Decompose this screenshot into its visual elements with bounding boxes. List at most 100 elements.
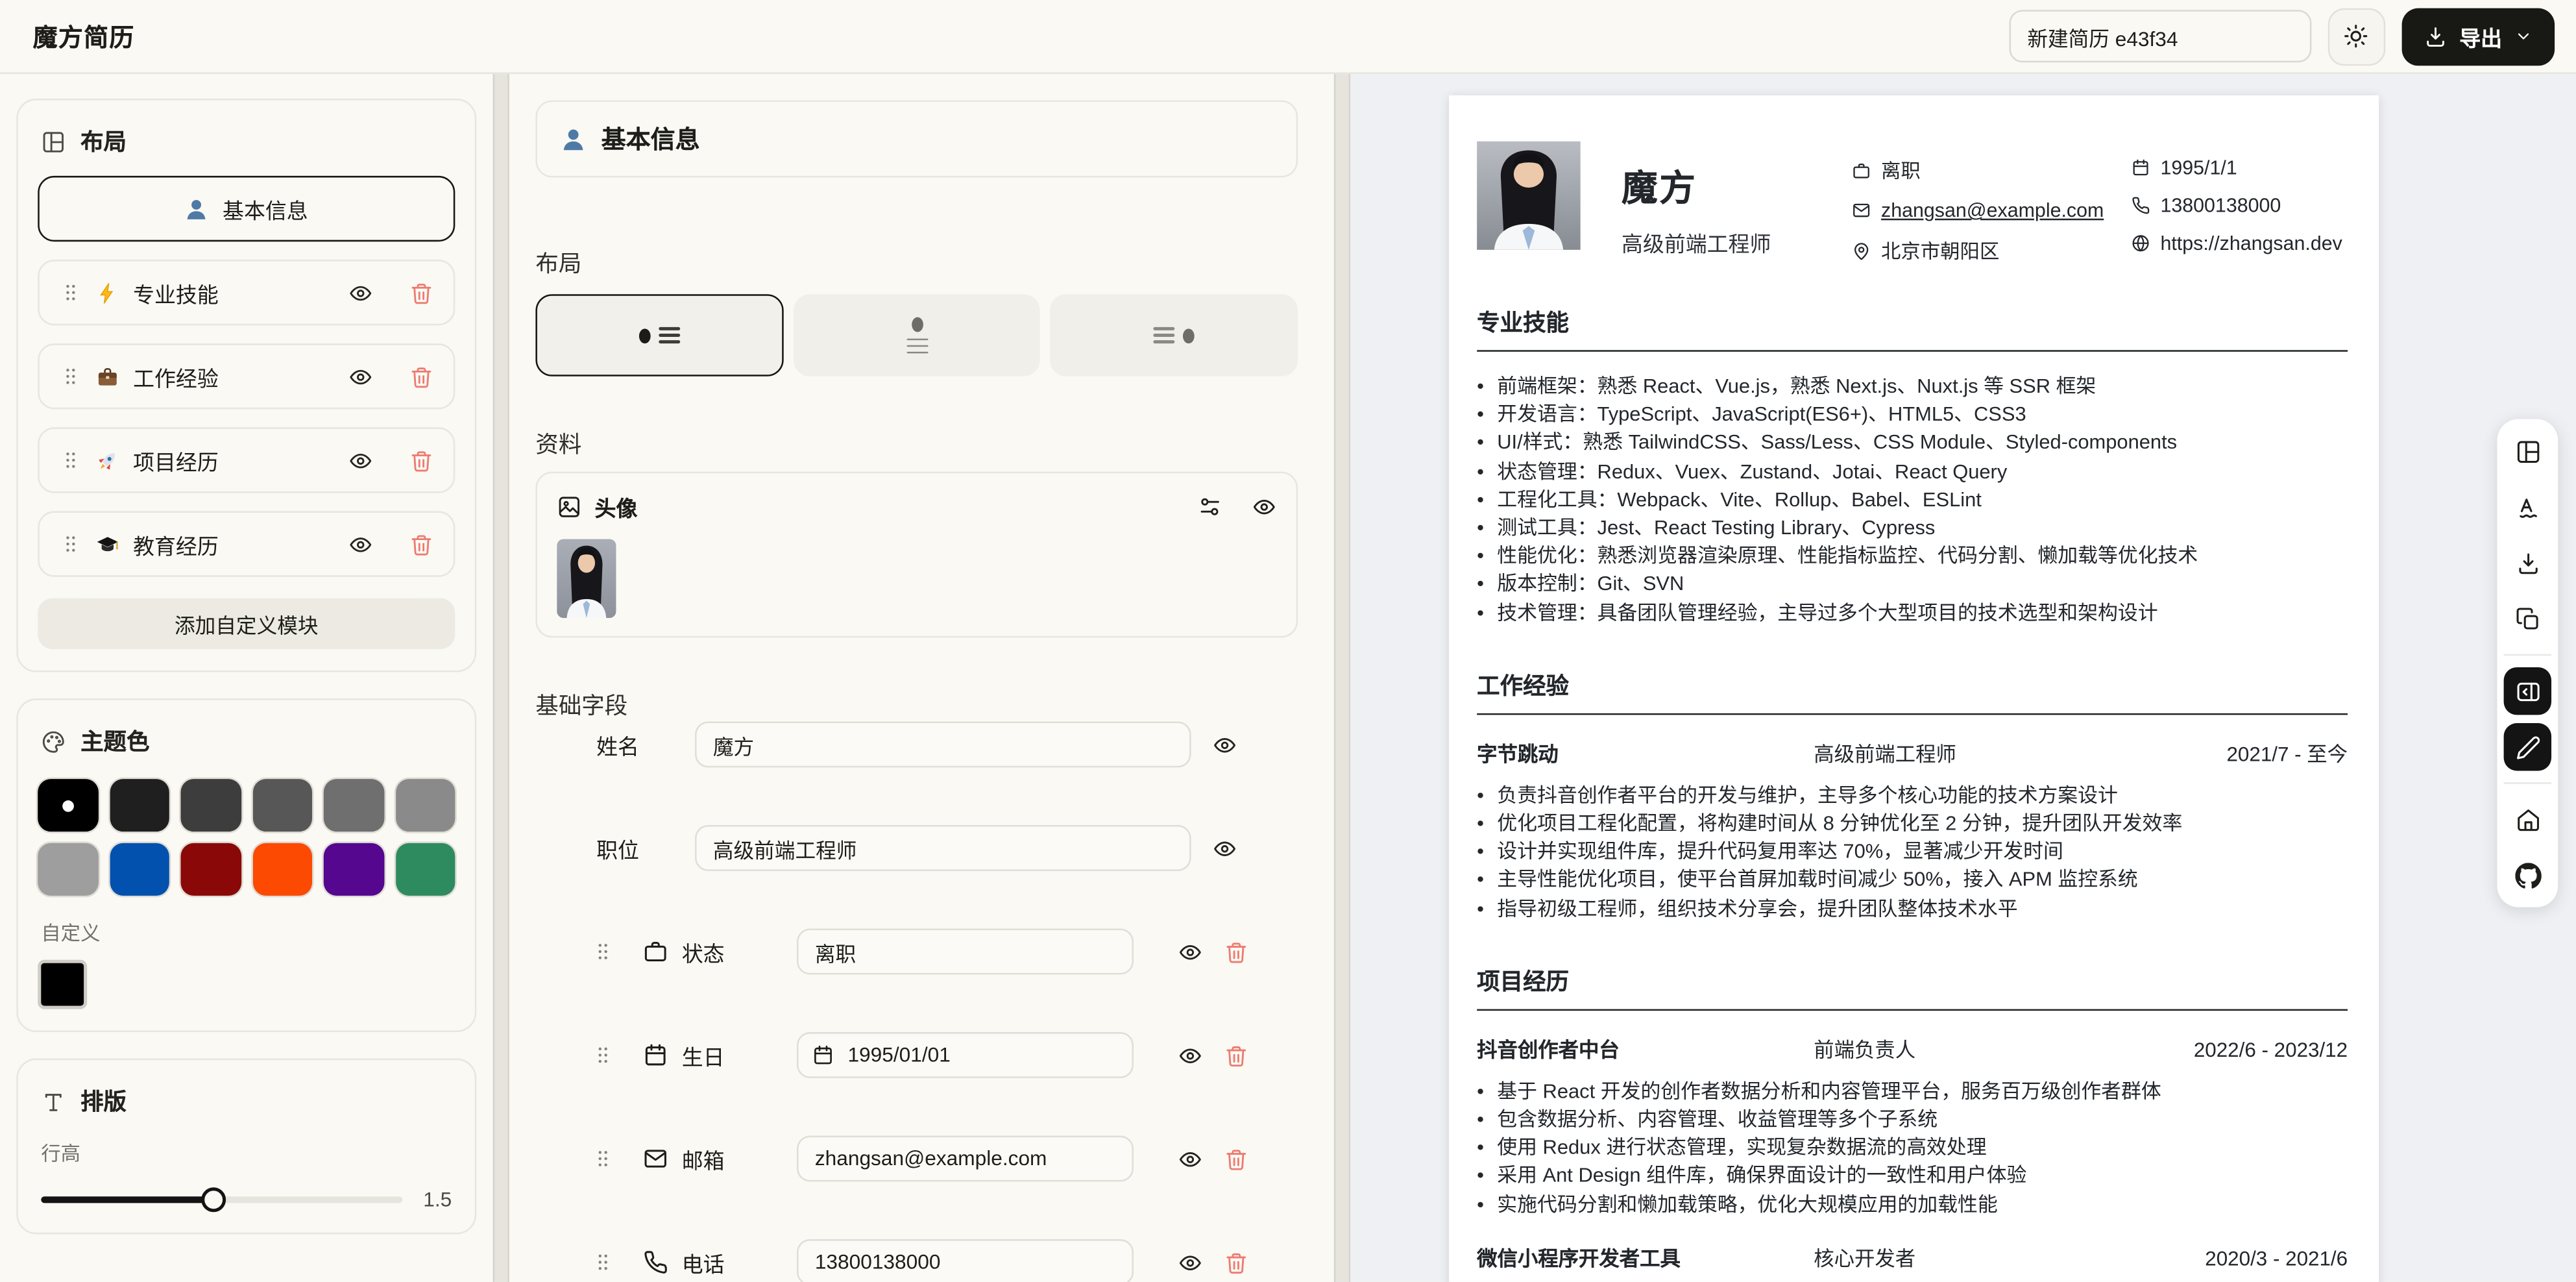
eye-icon[interactable] [348,280,373,305]
eye-icon[interactable] [348,532,373,556]
eye-icon[interactable] [1178,1042,1202,1067]
trash-icon[interactable] [1224,1146,1248,1171]
theme-color-swatch[interactable] [38,843,97,896]
eye-icon[interactable] [1178,939,1202,964]
drag-handle-icon[interactable] [591,940,614,963]
trash-icon[interactable] [409,448,433,473]
theme-color-swatch[interactable] [395,843,455,896]
theme-toggle-button[interactable] [2328,7,2386,65]
layout-card-title-text: 布局 [80,125,127,158]
contact-text: 13800138000 [2160,194,2281,217]
layout-option-avatar-right[interactable] [1051,294,1298,376]
eye-icon[interactable] [1213,835,1237,860]
line-height-slider-row: 1.5 [38,1189,455,1211]
bullet-item: 优化项目工程化配置，将构建时间从 8 分钟优化至 2 分钟，提升团队开发效率 [1477,810,2348,839]
eye-icon[interactable] [348,364,373,389]
contact-item: 北京市朝阳区 [1851,237,2130,265]
sidebar-module-skills[interactable]: 专业技能 [38,260,455,325]
drag-handle-icon[interactable] [59,281,82,304]
eye-icon[interactable] [1178,1146,1202,1171]
slider-thumb[interactable] [202,1187,226,1212]
panel-divider-left [493,74,509,1282]
trash-icon[interactable] [409,280,433,305]
font-style-button[interactable] [2504,483,2551,530]
custom-color-swatch[interactable] [38,960,87,1009]
drag-handle-icon[interactable] [591,1147,614,1170]
field-input-name[interactable] [695,722,1191,768]
line-height-slider[interactable] [41,1196,402,1203]
type-icon [41,1089,66,1113]
drag-handle-icon[interactable] [59,365,82,388]
theme-color-swatch[interactable] [324,843,383,896]
eye-icon[interactable] [348,448,373,473]
download-icon [2514,550,2541,576]
bullet-text: 实施代码分割和懒加载策略，优化大规模应用的加载性能 [1497,1191,1997,1220]
collapse-panel-button[interactable] [2504,667,2551,715]
module-list: 基本信息专业技能工作经验项目经历教育经历 [38,176,455,577]
trash-icon[interactable] [1224,939,1248,964]
theme-color-swatch[interactable] [38,779,97,832]
theme-color-swatch[interactable] [181,843,241,896]
eye-icon[interactable] [1178,1250,1202,1275]
resume-entry-header: 字节跳动高级前端工程师2021/7 - 至今 [1477,737,2348,767]
section-divider [1477,713,2348,715]
theme-color-swatch[interactable] [109,779,169,832]
drag-handle-icon[interactable] [591,1044,614,1066]
sliders-icon[interactable] [1198,495,1222,519]
edit-button[interactable] [2504,723,2551,770]
toolbar-divider [2504,654,2551,656]
app-window: 魔方简历 导出 布局 基本信息专业技能工作经验项目经历教育经历 添加自定义模块 [0,0,2576,1282]
theme-color-swatch[interactable] [324,779,383,832]
sidebar-module-projects[interactable]: 项目经历 [38,427,455,493]
theme-color-swatch[interactable] [109,843,169,896]
bullet-item: 版本控制：Git、SVN [1477,571,2348,600]
theme-color-swatch[interactable] [252,779,312,832]
field-input-birthday[interactable] [797,1032,1134,1078]
copy-button[interactable] [2504,595,2551,643]
home-button[interactable] [2504,795,2551,843]
bullet-item: 技术管理：具备团队管理经验，主导过多个大型项目的技术选型和架构设计 [1477,599,2348,628]
pin-icon [1851,241,1871,260]
field-label-name: 姓名 [596,729,695,760]
trash-icon[interactable] [409,364,433,389]
bullet-text: 使用 Redux 进行状态管理，实现复杂数据流的高效处理 [1497,1135,1986,1163]
drag-handle-icon[interactable] [59,449,82,471]
github-button[interactable] [2504,852,2551,899]
download-button[interactable] [2504,539,2551,586]
rocket-icon [95,448,120,473]
drag-handle-icon[interactable] [591,1251,614,1274]
chevron-down-icon [2514,27,2533,46]
theme-color-swatch[interactable] [395,779,455,832]
entry-role: 高级前端工程师 [1814,737,2226,767]
sidebar-module-education[interactable]: 教育经历 [38,511,455,576]
typography-card-title-text: 排版 [80,1085,127,1118]
bullet-text: 采用 Ant Design 组件库，确保界面设计的一致性和用户体验 [1497,1163,2026,1191]
trash-icon[interactable] [409,532,433,556]
field-input-phone[interactable] [797,1239,1134,1282]
eye-icon[interactable] [1213,732,1237,757]
layout-card: 布局 基本信息专业技能工作经验项目经历教育经历 添加自定义模块 [16,99,476,672]
layout-group-label: 布局 [535,247,1298,280]
avatar-label: 头像 [595,491,638,523]
layout-option-avatar-left[interactable] [535,294,783,376]
field-input-email[interactable] [797,1136,1134,1182]
contact-text: zhangsan@example.com [1881,199,2104,221]
drag-handle-icon[interactable] [59,532,82,555]
layout-option-avatar-top[interactable] [793,294,1040,376]
trash-icon[interactable] [1224,1042,1248,1067]
layout-panels-button[interactable] [2504,427,2551,475]
add-custom-module-button[interactable]: 添加自定义模块 [38,598,455,649]
trash-icon[interactable] [1224,1250,1248,1275]
resume-title-input[interactable] [2009,10,2311,62]
theme-color-swatch[interactable] [252,843,312,896]
field-input-status[interactable] [797,929,1134,975]
theme-color-swatch[interactable] [181,779,241,832]
avatar-thumbnail[interactable] [557,539,616,618]
export-button[interactable]: 导出 [2402,7,2555,65]
bullet-text: 工程化工具：Webpack、Vite、Rollup、Babel、ESLint [1497,486,1982,515]
eye-icon[interactable] [1252,495,1276,519]
field-input-position[interactable] [695,825,1191,871]
sidebar-module-work[interactable]: 工作经验 [38,343,455,409]
bullet-list: 负责抖音创作者平台的开发与维护，主导多个核心功能的技术方案设计优化项目工程化配置… [1477,782,2348,924]
sidebar-module-basic-info[interactable]: 基本信息 [38,176,455,241]
